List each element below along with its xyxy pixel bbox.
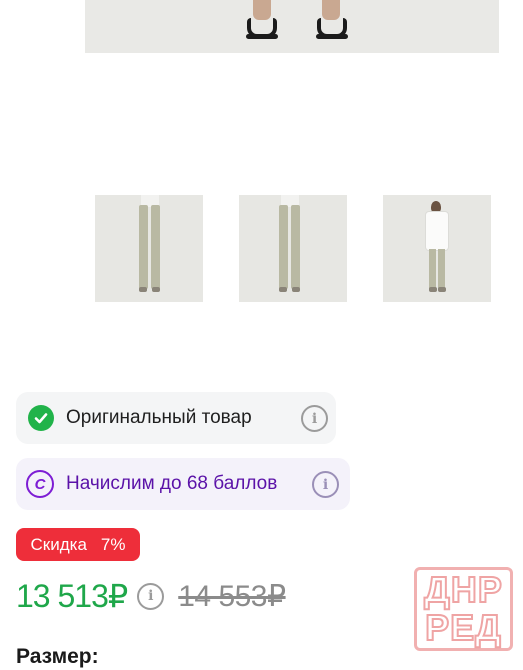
thumbnail-1[interactable]: [95, 195, 203, 302]
thumb-shoe-left: [139, 287, 147, 292]
thumbnail-2[interactable]: [239, 195, 347, 302]
info-icon[interactable]: i: [301, 405, 328, 432]
info-icon[interactable]: i: [312, 471, 339, 498]
sandal-sole-left: [246, 34, 278, 39]
thumb-pants-left: [279, 205, 288, 289]
original-product-badge[interactable]: Оригинальный товар i: [16, 392, 336, 444]
thumb-leg-left: [429, 249, 436, 289]
thumb-shoe-left: [279, 287, 287, 292]
thumb-leg-right: [438, 249, 445, 289]
points-coin-icon: C: [26, 470, 54, 498]
main-product-image[interactable]: [85, 0, 499, 53]
thumb-shirt: [426, 212, 448, 250]
thumb-pants-right: [151, 205, 160, 289]
sandal-sole-right: [316, 34, 348, 39]
thumbnail-3[interactable]: [383, 195, 491, 302]
watermark-line-1: ДНР: [423, 569, 503, 610]
discount-badge: Скидка 7%: [16, 528, 140, 561]
watermark-logo: ДНР РЕД: [414, 567, 513, 651]
thumb-shoe-right: [438, 287, 446, 292]
original-product-label: Оригинальный товар: [66, 407, 252, 428]
model-leg-right: [322, 0, 340, 20]
thumb-shoe-right: [152, 287, 160, 292]
check-circle-icon: [28, 405, 54, 431]
bonus-points-label: Начислим до 68 баллов: [66, 473, 278, 494]
current-price: 13 513₽: [16, 578, 128, 614]
size-label: Размер:: [16, 645, 99, 668]
old-price: 14 553₽: [178, 579, 286, 613]
thumb-pants-left: [139, 205, 148, 289]
info-icon[interactable]: i: [137, 582, 165, 610]
discount-value: 7%: [100, 534, 126, 554]
thumb-pants-right: [291, 205, 300, 289]
price-row: 13 513₽ i 14 553₽: [16, 574, 286, 618]
discount-label: Скидка: [30, 534, 87, 554]
model-leg-left: [253, 0, 271, 20]
bonus-points-badge[interactable]: C Начислим до 68 баллов i: [16, 458, 350, 510]
watermark-line-2: РЕД: [424, 607, 502, 648]
thumb-shoe-left: [429, 287, 437, 292]
thumb-shoe-right: [292, 287, 300, 292]
